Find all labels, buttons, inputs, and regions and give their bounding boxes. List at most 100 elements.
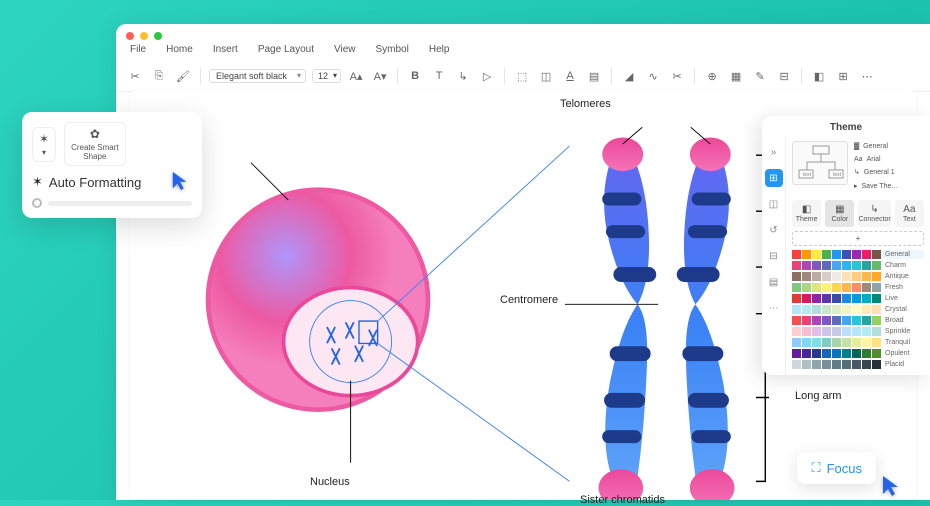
swatch <box>812 261 821 270</box>
tab-theme[interactable]: ◧Theme <box>792 200 821 227</box>
swatch <box>842 250 851 259</box>
cursor-icon <box>880 474 900 494</box>
label-telomeres: Telomeres <box>560 98 611 110</box>
menu-insert[interactable]: Insert <box>213 44 238 55</box>
swatch <box>812 316 821 325</box>
tab-connector[interactable]: ↳Connector <box>858 200 890 227</box>
swatch <box>862 360 871 369</box>
menu-home[interactable]: Home <box>166 44 193 55</box>
pen-icon[interactable]: ✎ <box>751 67 769 85</box>
swatch <box>832 305 841 314</box>
font-icon: Aa <box>854 154 863 165</box>
line-icon[interactable]: ∿ <box>644 67 662 85</box>
swatch <box>802 283 811 292</box>
maximize-icon[interactable] <box>154 32 162 40</box>
menu-help[interactable]: Help <box>429 44 450 55</box>
palette-row-general[interactable]: General <box>792 250 924 259</box>
rail-history-icon[interactable]: ↺ <box>765 221 783 239</box>
layers-icon[interactable]: ◧ <box>810 67 828 85</box>
palette-row-opulent[interactable]: Opulent <box>792 349 924 358</box>
create-smart-shape-button[interactable]: ✿Create Smart Shape <box>64 122 126 166</box>
rail-collapse-icon[interactable]: » <box>765 143 783 161</box>
swatch <box>802 250 811 259</box>
more-icon[interactable]: ⋯ <box>858 67 876 85</box>
text-icon[interactable]: T <box>430 67 448 85</box>
rail-layers-icon[interactable]: ◫ <box>765 195 783 213</box>
slider-knob[interactable] <box>32 198 42 208</box>
copy-icon[interactable]: ⎘ <box>150 67 168 85</box>
swatch <box>822 250 831 259</box>
swatch <box>812 338 821 347</box>
palette-row-antique[interactable]: Antique <box>792 272 924 281</box>
theme-title: Theme <box>762 116 930 137</box>
menu-page-layout[interactable]: Page Layout <box>258 44 314 55</box>
tab-color[interactable]: ▦Color <box>825 200 854 227</box>
palette-row-charm[interactable]: Charm <box>792 261 924 270</box>
tab-text[interactable]: AaText <box>895 200 924 227</box>
search-icon[interactable]: ⊕ <box>703 67 721 85</box>
minimize-icon[interactable] <box>140 32 148 40</box>
size-select[interactable]: 12 <box>312 69 341 83</box>
focus-button[interactable]: ⛶ Focus <box>797 452 876 484</box>
swatch <box>802 338 811 347</box>
palette-name: Sprinkle <box>885 328 910 335</box>
rail-resource-icon[interactable]: ⊟ <box>765 247 783 265</box>
theme-thumbnail[interactable]: texttext <box>792 141 848 185</box>
swatch <box>842 316 851 325</box>
menubar: File Home Insert Page Layout View Symbol… <box>116 34 930 63</box>
swatch <box>822 283 831 292</box>
link-icon[interactable]: ⬚ <box>513 67 531 85</box>
swatch <box>792 327 801 336</box>
palette-name: Broad <box>885 317 904 324</box>
close-icon[interactable] <box>126 32 134 40</box>
swatch <box>792 272 801 281</box>
connector-tab-icon: ↳ <box>858 204 890 215</box>
group-icon[interactable]: ⊞ <box>834 67 852 85</box>
sparkle-button[interactable]: ✶▾ <box>32 127 56 162</box>
slider-track[interactable] <box>48 201 192 206</box>
cut-icon[interactable]: ✂ <box>126 67 144 85</box>
bold-icon[interactable]: B <box>406 67 424 85</box>
paint-icon[interactable]: 🖌 <box>174 67 192 85</box>
rail-page-icon[interactable]: ▤ <box>765 273 783 291</box>
crop-icon[interactable]: ✂ <box>668 67 686 85</box>
palette-row-fresh[interactable]: Fresh <box>792 283 924 292</box>
text-style-icon[interactable]: A <box>561 67 579 85</box>
swatch <box>822 272 831 281</box>
palette-row-broad[interactable]: Broad <box>792 316 924 325</box>
add-theme-button[interactable]: + <box>792 231 924 246</box>
menu-view[interactable]: View <box>334 44 356 55</box>
fill-icon[interactable]: ◢ <box>620 67 638 85</box>
shape-icon[interactable]: ◫ <box>537 67 555 85</box>
connector-meta-icon: ↳ <box>854 167 860 178</box>
swatch <box>822 316 831 325</box>
auto-formatting-slider[interactable] <box>32 198 192 208</box>
swatch <box>872 272 881 281</box>
palette-row-crystal[interactable]: Crystal <box>792 305 924 314</box>
palette-name: General <box>885 251 910 258</box>
font-select[interactable]: Elegant soft black <box>209 69 306 83</box>
swatch <box>852 338 861 347</box>
increase-font-icon[interactable]: A▴ <box>347 67 365 85</box>
grid-icon[interactable]: ▦ <box>727 67 745 85</box>
swatch <box>812 305 821 314</box>
decrease-font-icon[interactable]: A▾ <box>371 67 389 85</box>
palette-row-sprinkle[interactable]: Sprinkle <box>792 327 924 336</box>
rail-more-icon[interactable]: ⋯ <box>765 299 783 317</box>
pointer-icon[interactable]: ▷ <box>478 67 496 85</box>
connector-icon[interactable]: ↳ <box>454 67 472 85</box>
swatch <box>872 316 881 325</box>
swatch <box>862 305 871 314</box>
palette-row-tranquil[interactable]: Tranquil <box>792 338 924 347</box>
note-icon[interactable]: ▤ <box>585 67 603 85</box>
swatch <box>802 316 811 325</box>
palette-row-placid[interactable]: Placid <box>792 360 924 369</box>
rail-theme-icon[interactable]: ⊞ <box>765 169 783 187</box>
swatch <box>812 360 821 369</box>
swatch <box>812 272 821 281</box>
menu-file[interactable]: File <box>130 44 146 55</box>
swatch <box>872 349 881 358</box>
menu-symbol[interactable]: Symbol <box>376 44 409 55</box>
lock-icon[interactable]: ⊟ <box>775 67 793 85</box>
palette-row-live[interactable]: Live <box>792 294 924 303</box>
